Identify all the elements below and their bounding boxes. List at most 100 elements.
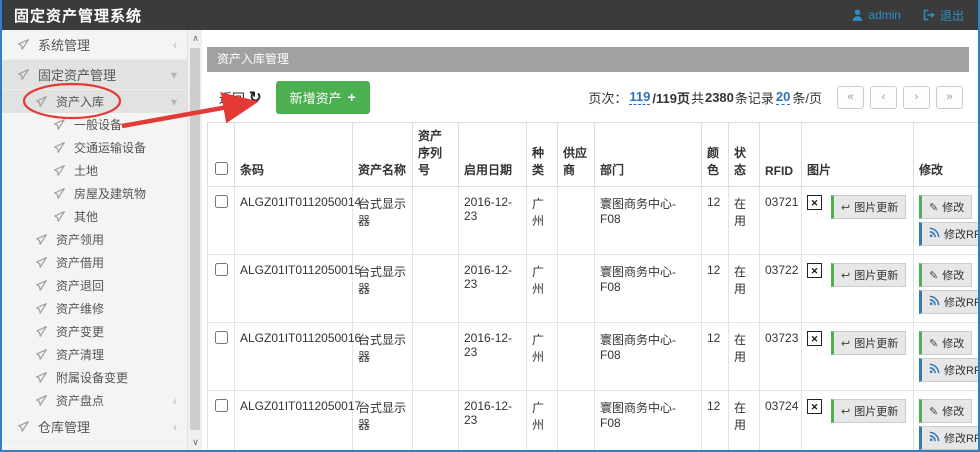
picture-cell: ✕↩图片更新	[802, 255, 914, 323]
row-checkbox[interactable]	[215, 399, 228, 412]
status-cell: 在用	[729, 323, 760, 391]
sidebar-item-交通运输设备[interactable]: 交通运输设备	[2, 136, 187, 159]
column-header-部门: 部门	[595, 123, 702, 187]
back-button[interactable]: 返回 ↻	[219, 88, 262, 107]
sidebar-item-label: 资产借用	[56, 254, 104, 271]
picture-cell-content: ✕↩图片更新	[807, 195, 908, 219]
column-header-图片: 图片	[802, 123, 914, 187]
edit-button[interactable]: ✎修改	[919, 263, 972, 287]
supplier-cell	[558, 323, 595, 391]
pager-buttons: « ‹ › »	[837, 86, 963, 109]
sidebar-scrollbar[interactable]: ∧ ∨	[187, 30, 202, 450]
picture-update-label: 图片更新	[854, 403, 898, 419]
sidebar-item-其他[interactable]: 其他	[2, 205, 187, 228]
toolbar: 返回 ↻ 新增资产 + 页次： 119 /119页 共 2380 条记录 20 …	[207, 72, 969, 122]
scroll-up-icon[interactable]: ∧	[188, 30, 203, 46]
sidebar-item-一般设备[interactable]: 一般设备	[2, 113, 187, 136]
nav-arrow-icon	[54, 142, 68, 154]
edit-rfid-button[interactable]: 修改RFID	[919, 358, 980, 382]
asset-table: 条码资产名称资产序列号启用日期种类供应商部门颜色状态RFID图片修改 ALGZ0…	[207, 122, 980, 452]
picture-update-icon: ↩	[841, 405, 850, 418]
add-asset-button[interactable]: 新增资产 +	[276, 81, 370, 114]
sidebar-item-label: 资产变更	[56, 323, 104, 340]
row-checkbox[interactable]	[215, 331, 228, 344]
sidebar-item-资产借用[interactable]: 资产借用	[2, 251, 187, 274]
sidebar-item-label: 资产领用	[56, 231, 104, 248]
nav-arrow-icon	[36, 96, 50, 108]
picture-update-label: 图片更新	[854, 199, 898, 215]
total-pages: /119页	[652, 88, 690, 107]
picture-update-button[interactable]: ↩图片更新	[831, 263, 906, 287]
sidebar-item-房屋及建筑物[interactable]: 房屋及建筑物	[2, 182, 187, 205]
rfid-signal-icon	[929, 227, 940, 241]
row-checkbox-cell	[208, 187, 235, 255]
sidebar-item-资产变更[interactable]: 资产变更	[2, 320, 187, 343]
select-all-checkbox[interactable]	[215, 162, 228, 175]
sidebar-item-资产盘点[interactable]: 资产盘点‹	[2, 389, 187, 412]
sidebar-item-固定资产管理[interactable]: 固定资产管理▾	[2, 60, 187, 90]
table-row: ALGZ01IT0112050017台式显示器2016-12-23广州寰图商务中…	[208, 391, 980, 452]
status-cell: 在用	[729, 255, 760, 323]
column-header-RFID: RFID	[760, 123, 802, 187]
scrollbar-thumb[interactable]	[190, 48, 200, 430]
nav-arrow-icon	[54, 119, 68, 131]
edit-button[interactable]: ✎修改	[919, 399, 972, 423]
user-menu[interactable]: admin	[852, 8, 901, 22]
collapse-chevron-icon: ‹	[173, 394, 177, 408]
barcode-cell: ALGZ01IT0112050014	[235, 187, 353, 255]
nav-arrow-icon	[36, 372, 50, 384]
edit-label: 修改	[942, 403, 964, 419]
collapse-chevron-icon: ‹	[173, 420, 177, 434]
row-checkbox[interactable]	[215, 263, 228, 276]
sidebar-item-资产清理[interactable]: 资产清理	[2, 343, 187, 366]
picture-cell-content: ✕↩图片更新	[807, 331, 908, 355]
sidebar-item-仓库管理[interactable]: 仓库管理‹	[2, 412, 187, 442]
row-checkbox-cell	[208, 323, 235, 391]
edit-rfid-button[interactable]: 修改RFID	[919, 222, 980, 246]
collapse-chevron-icon: ‹	[173, 38, 177, 52]
next-page-button[interactable]: ›	[903, 86, 930, 109]
picture-update-button[interactable]: ↩图片更新	[831, 331, 906, 355]
supplier-cell	[558, 255, 595, 323]
current-page-link[interactable]: 119	[629, 89, 650, 105]
asset-name-cell: 台式显示器	[353, 323, 413, 391]
sidebar-item-系统管理[interactable]: 系统管理‹	[2, 30, 187, 60]
sidebar-item-资产入库[interactable]: 资产入库▾	[2, 90, 187, 113]
scroll-down-icon[interactable]: ∨	[188, 434, 203, 450]
nav-arrow-icon	[36, 234, 50, 246]
per-page-link[interactable]: 20	[776, 89, 790, 105]
records-pre: 共	[691, 88, 704, 107]
actions-stack: ✎修改修改RFID	[919, 263, 980, 314]
row-checkbox[interactable]	[215, 195, 228, 208]
column-header-供应商: 供应商	[558, 123, 595, 187]
last-page-button[interactable]: »	[936, 86, 963, 109]
sidebar-item-label: 固定资产管理	[38, 65, 116, 84]
picture-update-label: 图片更新	[854, 267, 898, 283]
edit-rfid-label: 修改RFID	[944, 362, 980, 378]
first-page-button[interactable]: «	[837, 86, 864, 109]
nav-arrow-icon	[36, 280, 50, 292]
nav-arrow-icon	[36, 349, 50, 361]
sidebar-item-土地[interactable]: 土地	[2, 159, 187, 182]
sidebar-item-附属设备变更[interactable]: 附属设备变更	[2, 366, 187, 389]
rfid-cell: 03721	[760, 187, 802, 255]
logout-link[interactable]: 退出	[923, 7, 964, 24]
sidebar-item-label: 土地	[74, 162, 98, 179]
sidebar-item-资产领用[interactable]: 资产领用	[2, 228, 187, 251]
sidebar-item-资产维修[interactable]: 资产维修	[2, 297, 187, 320]
start-date-cell: 2016-12-23	[459, 391, 527, 452]
edit-rfid-button[interactable]: 修改RFID	[919, 290, 980, 314]
sidebar-item-资产退回[interactable]: 资产退回	[2, 274, 187, 297]
nav-arrow-icon	[54, 188, 68, 200]
column-header-启用日期: 启用日期	[459, 123, 527, 187]
picture-update-button[interactable]: ↩图片更新	[831, 195, 906, 219]
edit-button[interactable]: ✎修改	[919, 195, 972, 219]
sidebar-item-label: 资产维修	[56, 300, 104, 317]
edit-rfid-button[interactable]: 修改RFID	[919, 426, 980, 450]
picture-update-button[interactable]: ↩ 图片更新	[831, 399, 906, 423]
edit-button[interactable]: ✎修改	[919, 331, 972, 355]
actions-stack: ✎修改修改RFID	[919, 195, 980, 246]
prev-page-button[interactable]: ‹	[870, 86, 897, 109]
serial-cell	[413, 323, 459, 391]
asset-table-body: ALGZ01IT0112050014台式显示器2016-12-23广州寰图商务中…	[208, 187, 980, 452]
